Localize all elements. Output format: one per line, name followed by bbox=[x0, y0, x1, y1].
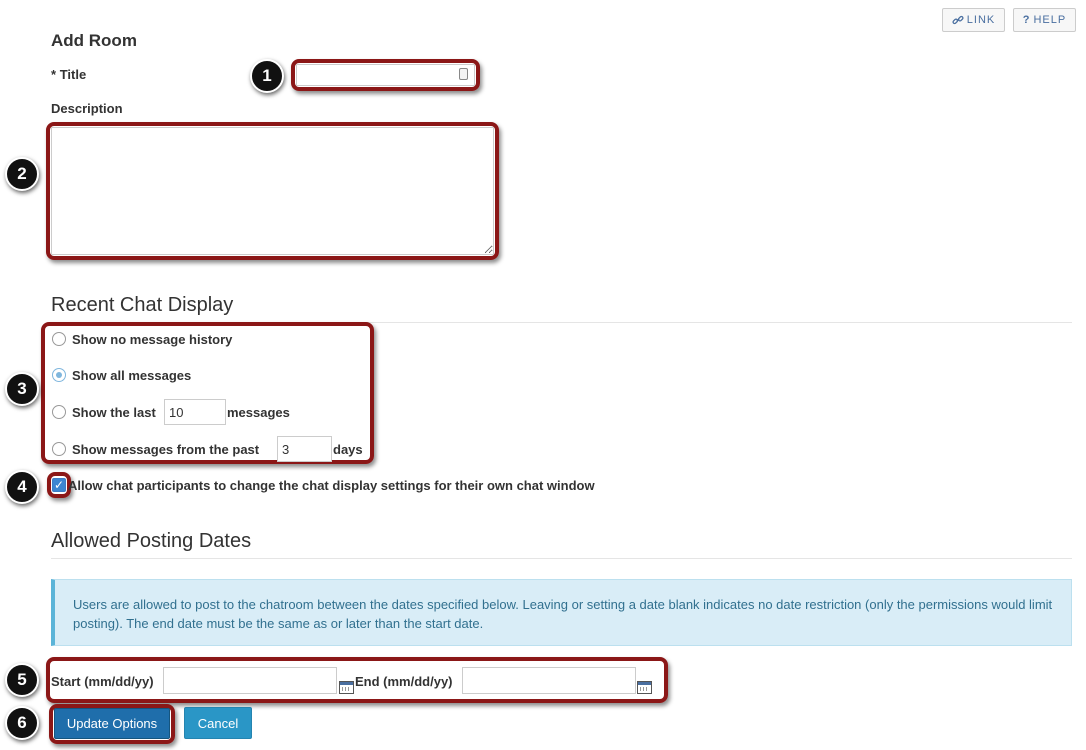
link-label: LINK bbox=[966, 14, 996, 26]
info-message: Users are allowed to post to the chatroo… bbox=[51, 579, 1072, 646]
radio-past-n-days[interactable] bbox=[52, 442, 66, 456]
help-label: HELP bbox=[1033, 14, 1067, 26]
question-icon: ? bbox=[1022, 14, 1031, 26]
callout-badge-6: 6 bbox=[5, 706, 39, 740]
posting-dates-heading: Allowed Posting Dates bbox=[51, 530, 252, 552]
end-date-label: End (mm/dd/yy) bbox=[355, 674, 453, 689]
title-label: * Title bbox=[51, 67, 87, 82]
section-divider bbox=[51, 558, 1072, 559]
link-button[interactable]: LINK bbox=[942, 8, 1005, 32]
option-past-days-suffix: days bbox=[333, 442, 363, 457]
end-calendar-icon[interactable] bbox=[637, 681, 652, 694]
radio-no-history[interactable] bbox=[52, 332, 66, 346]
start-date-input[interactable] bbox=[163, 667, 337, 694]
start-calendar-icon[interactable] bbox=[339, 681, 354, 694]
option-last-n-suffix: messages bbox=[227, 405, 290, 420]
update-options-button[interactable]: Update Options bbox=[54, 708, 170, 739]
option-past-days-label: Show messages from the past bbox=[72, 442, 260, 457]
title-input[interactable] bbox=[296, 64, 475, 86]
callout-badge-1: 1 bbox=[250, 59, 284, 93]
allow-change-label: Allow chat participants to change the ch… bbox=[68, 478, 595, 493]
radio-all-messages[interactable] bbox=[52, 368, 66, 382]
start-date-label: Start (mm/dd/yy) bbox=[51, 674, 154, 689]
recent-chat-heading: Recent Chat Display bbox=[51, 294, 234, 316]
last-n-messages-input[interactable] bbox=[164, 399, 226, 425]
callout-badge-3: 3 bbox=[5, 372, 39, 406]
page-title: Add Room bbox=[51, 31, 137, 50]
required-marker: * bbox=[51, 67, 57, 82]
help-button[interactable]: ? HELP bbox=[1013, 8, 1076, 32]
past-n-days-input[interactable] bbox=[277, 436, 332, 462]
callout-badge-5: 5 bbox=[5, 663, 39, 697]
description-label: Description bbox=[51, 101, 123, 116]
allow-change-checkbox[interactable]: ✓ bbox=[52, 478, 66, 492]
option-last-n-label: Show the last bbox=[72, 405, 156, 420]
option-all-messages-label: Show all messages bbox=[72, 368, 192, 383]
callout-badge-4: 4 bbox=[5, 470, 39, 504]
link-icon bbox=[952, 15, 964, 25]
end-date-input[interactable] bbox=[462, 667, 636, 694]
option-no-history-label: Show no message history bbox=[72, 332, 233, 347]
autofill-icon bbox=[459, 68, 468, 80]
cancel-button[interactable]: Cancel bbox=[184, 707, 252, 739]
callout-badge-2: 2 bbox=[5, 157, 39, 191]
description-textarea[interactable] bbox=[51, 127, 494, 255]
radio-last-n-messages[interactable] bbox=[52, 405, 66, 419]
